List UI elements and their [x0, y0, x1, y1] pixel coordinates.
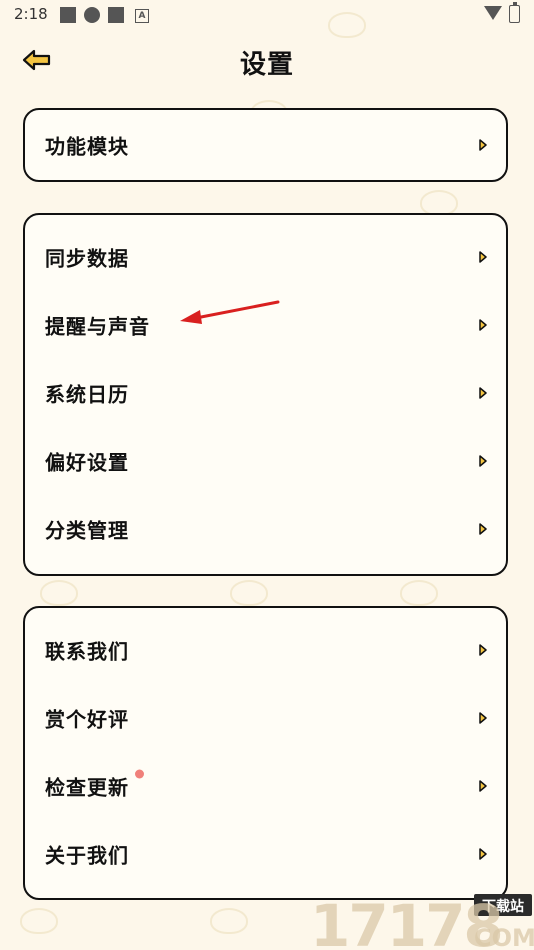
header: 设置	[0, 36, 534, 86]
chevron-right-icon	[479, 387, 487, 399]
image-notification-icon	[60, 7, 76, 23]
chevron-right-icon	[479, 251, 487, 263]
settings-item-label: 分类管理	[45, 518, 129, 543]
chevron-right-icon	[479, 780, 487, 792]
background-doodle	[400, 580, 438, 606]
battery-icon	[509, 2, 520, 23]
settings-item-about-us[interactable]: 关于我们	[25, 820, 506, 888]
wifi-icon	[484, 6, 502, 20]
status-bar: 2:18 A	[0, 0, 534, 30]
background-doodle	[40, 580, 78, 606]
status-time: 2:18	[14, 5, 48, 23]
settings-item-system-calendar[interactable]: 系统日历	[25, 359, 506, 427]
settings-item-check-update[interactable]: 检查更新	[25, 752, 506, 820]
app-notification-icon	[108, 7, 124, 23]
annotation-arrow	[180, 300, 280, 324]
settings-item-label: 系统日历	[45, 382, 129, 407]
update-badge-dot	[135, 769, 144, 779]
chevron-right-icon	[479, 455, 487, 467]
settings-item-rate-us[interactable]: 赏个好评	[25, 684, 506, 752]
settings-item-label: 同步数据	[45, 246, 129, 271]
settings-item-label: 关于我们	[45, 843, 129, 868]
settings-item-category-management[interactable]: 分类管理	[25, 495, 506, 563]
chevron-right-icon	[479, 712, 487, 724]
settings-item-label: 偏好设置	[45, 450, 129, 475]
site-watermark-logo: 下载站 17178 COM	[310, 892, 534, 950]
settings-card-about: 联系我们 赏个好评 检查更新 关于我们	[23, 606, 508, 900]
watermark-suffix: COM	[474, 924, 534, 950]
settings-item-label: 联系我们	[45, 639, 129, 664]
chevron-right-icon	[479, 319, 487, 331]
background-doodle	[20, 908, 58, 934]
settings-item-contact-us[interactable]: 联系我们	[25, 616, 506, 684]
page-title: 设置	[239, 50, 294, 80]
chevron-right-icon	[479, 644, 487, 656]
chevron-right-icon	[479, 523, 487, 535]
settings-item-label: 检查更新	[45, 775, 129, 800]
chevron-right-icon	[479, 848, 487, 860]
settings-card-general: 同步数据 提醒与声音 系统日历 偏好设置 分类管理	[23, 213, 508, 576]
settings-item-label: 功能模块	[45, 134, 129, 159]
settings-item-label: 提醒与声音	[45, 314, 150, 339]
background-doodle	[210, 908, 248, 934]
settings-item-sync-data[interactable]: 同步数据	[25, 223, 506, 291]
settings-item-label: 赏个好评	[45, 707, 129, 732]
background-doodle	[230, 580, 268, 606]
settings-item-label-wrap: 检查更新	[45, 769, 144, 801]
settings-item-preferences[interactable]: 偏好设置	[25, 427, 506, 495]
a-notification-icon: A	[135, 9, 149, 23]
chevron-right-icon	[479, 139, 487, 151]
sync-notification-icon	[84, 7, 100, 23]
settings-card-modules: 功能模块	[23, 108, 508, 182]
settings-item-modules[interactable]: 功能模块	[25, 110, 506, 180]
